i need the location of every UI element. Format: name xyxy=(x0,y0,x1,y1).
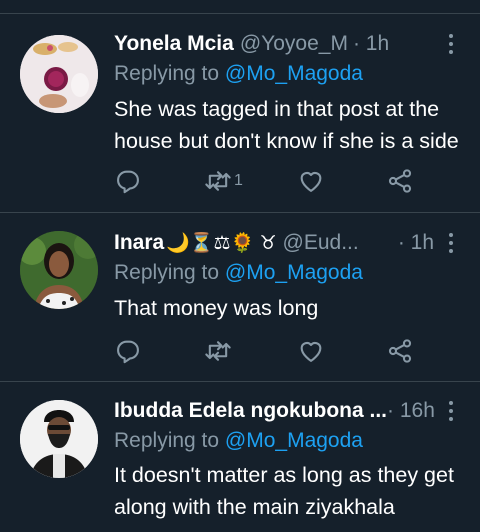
reply-icon xyxy=(117,340,139,364)
retweet-button[interactable]: 1 xyxy=(204,166,243,196)
tweet-text: It doesn't matter as long as they get al… xyxy=(114,463,454,519)
replying-to: Replying to @Mo_Magoda xyxy=(114,429,363,453)
timestamp[interactable]: · 1h xyxy=(353,32,389,56)
like-button[interactable] xyxy=(297,336,325,366)
man-portrait-icon xyxy=(20,400,98,478)
display-name[interactable]: Yonela Mcia xyxy=(114,32,234,56)
share-icon xyxy=(388,339,412,363)
action-bar xyxy=(114,336,414,366)
replying-label: Replying to xyxy=(114,261,220,284)
avatar[interactable] xyxy=(20,231,98,309)
share-icon xyxy=(388,169,412,193)
tweet-text: That money was long xyxy=(114,296,319,320)
food-photo-icon xyxy=(20,35,98,113)
mention-link[interactable]: @Mo_Magoda xyxy=(225,261,363,284)
display-name[interactable]: Inara xyxy=(114,231,164,255)
tweet-text: She was tagged in that post at the house… xyxy=(114,97,459,153)
more-options-icon[interactable] xyxy=(442,31,460,57)
tweet[interactable]: Ibudda Edela ngokubona ... · 16h Replyin… xyxy=(0,382,480,532)
like-button[interactable] xyxy=(297,166,325,196)
heart-icon xyxy=(300,341,322,362)
retweet-icon xyxy=(205,171,231,191)
replying-label: Replying to xyxy=(114,62,220,85)
mention-link[interactable]: @Mo_Magoda xyxy=(225,429,363,452)
retweet-count: 1 xyxy=(234,172,243,189)
retweet-button[interactable] xyxy=(204,336,232,366)
more-options-icon[interactable] xyxy=(442,230,460,256)
retweet-icon xyxy=(205,341,231,361)
reply-button[interactable] xyxy=(114,336,142,366)
share-button[interactable] xyxy=(386,336,414,366)
avatar[interactable] xyxy=(20,35,98,113)
mention-link[interactable]: @Mo_Magoda xyxy=(225,62,363,85)
user-handle[interactable]: @Yoyoe_M xyxy=(240,32,348,56)
replying-to: Replying to @Mo_Magoda xyxy=(114,261,363,285)
replying-to: Replying to @Mo_Magoda xyxy=(114,62,363,86)
display-name[interactable]: Ibudda Edela ngokubona ... xyxy=(114,399,387,423)
tweet-header: Yonela Mcia @Yoyoe_M · 1h xyxy=(114,30,460,58)
action-bar: 1 xyxy=(114,166,414,196)
replying-label: Replying to xyxy=(114,429,220,452)
reply-icon xyxy=(117,170,139,194)
more-options-icon[interactable] xyxy=(442,398,460,424)
tweet-header: Ibudda Edela ngokubona ... · 16h xyxy=(114,397,460,425)
heart-icon xyxy=(300,171,322,192)
tweet[interactable]: Inara 🌙⏳⚖🌻 ♉ @Eud... · 1h Replying to @M… xyxy=(0,213,480,381)
tweet[interactable]: Yonela Mcia @Yoyoe_M · 1h Replying to @M… xyxy=(0,0,480,212)
reply-button[interactable] xyxy=(114,166,142,196)
user-handle[interactable]: @Eud... xyxy=(283,231,359,255)
share-button[interactable] xyxy=(386,166,414,196)
avatar[interactable] xyxy=(20,400,98,478)
tweet-header: Inara 🌙⏳⚖🌻 ♉ @Eud... · 1h xyxy=(114,229,460,257)
name-emojis: 🌙⏳⚖🌻 ♉ xyxy=(166,233,277,254)
woman-portrait-icon xyxy=(20,231,98,309)
